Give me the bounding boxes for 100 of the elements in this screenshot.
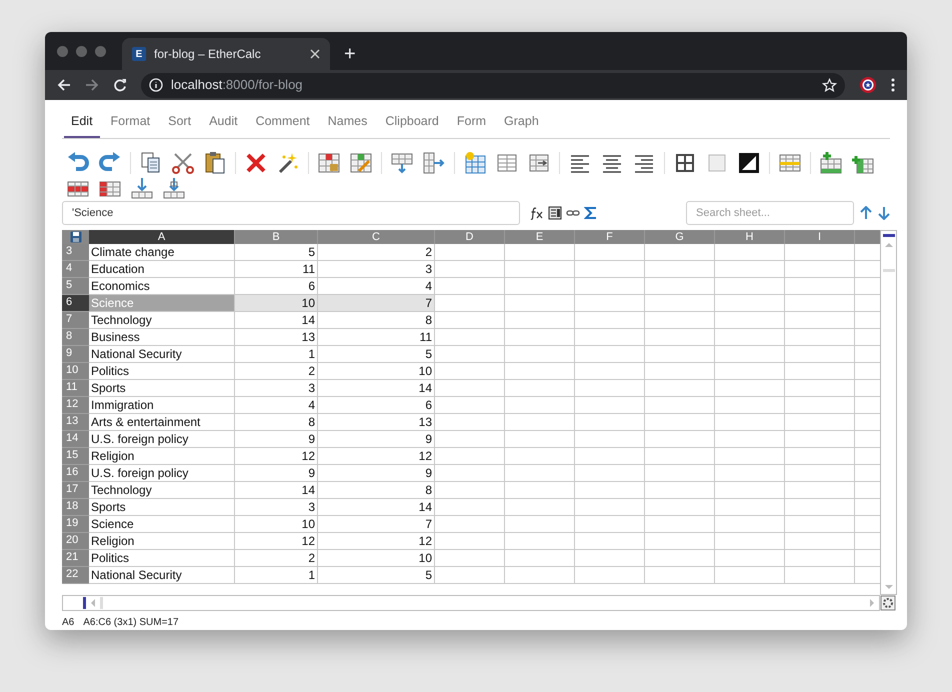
- table-cell: 9: [318, 431, 435, 448]
- row-header[interactable]: 21: [62, 550, 89, 567]
- close-icon[interactable]: [310, 49, 320, 59]
- scissors-icon[interactable]: [171, 151, 195, 175]
- extension-icon[interactable]: [859, 76, 877, 94]
- row-header[interactable]: 8: [62, 329, 89, 346]
- table-cell: Climate change: [89, 244, 235, 261]
- arrow-up-icon[interactable]: [860, 206, 872, 220]
- table-cell: 11: [235, 261, 318, 278]
- row-header[interactable]: 18: [62, 499, 89, 516]
- column-header[interactable]: I: [785, 230, 855, 244]
- edit-grid-icon[interactable]: [349, 151, 373, 175]
- table-cell: 4: [235, 397, 318, 414]
- table-cell: Technology: [89, 482, 235, 499]
- column-header[interactable]: H: [715, 230, 785, 244]
- row-header[interactable]: 4: [62, 261, 89, 278]
- table-cell: 8: [318, 482, 435, 499]
- scroll-thumb[interactable]: [882, 234, 894, 237]
- menu-tab[interactable]: Clipboard: [378, 106, 446, 138]
- close-window-icon[interactable]: [57, 46, 68, 56]
- table-cell: 5: [235, 244, 318, 261]
- sparkle-grid-icon[interactable]: [463, 151, 487, 175]
- menu-tab[interactable]: Edit: [64, 106, 100, 138]
- function-icon[interactable]: [530, 206, 544, 220]
- row-header[interactable]: 20: [62, 533, 89, 550]
- clipboard-icon[interactable]: [203, 151, 227, 175]
- minimize-window-icon[interactable]: [76, 46, 87, 56]
- row-header[interactable]: 5: [62, 278, 89, 295]
- table-cell: 8: [235, 414, 318, 431]
- add-row-icon[interactable]: [819, 151, 843, 175]
- row-header[interactable]: 17: [62, 482, 89, 499]
- column-header[interactable]: F: [575, 230, 645, 244]
- menu-tab[interactable]: Graph: [497, 106, 546, 138]
- arrow-down-icon[interactable]: [878, 206, 890, 220]
- row-header[interactable]: 10: [62, 363, 89, 380]
- table-cell: 14: [318, 380, 435, 397]
- column-header[interactable]: E: [505, 230, 575, 244]
- table-cell: Sports: [89, 499, 235, 516]
- row-header[interactable]: 3: [62, 244, 89, 261]
- row-header[interactable]: 22: [62, 567, 89, 584]
- column-header[interactable]: A: [89, 230, 235, 244]
- search-field[interactable]: Search sheet...: [686, 201, 854, 225]
- locked-grid-icon[interactable]: [317, 151, 341, 175]
- maximize-window-icon[interactable]: [95, 46, 106, 56]
- column-header[interactable]: B: [235, 230, 318, 244]
- row-header[interactable]: 11: [62, 380, 89, 397]
- scroll-track-handle[interactable]: [100, 597, 103, 609]
- column-header[interactable]: G: [645, 230, 715, 244]
- row-header[interactable]: 9: [62, 346, 89, 363]
- vertical-scrollbar[interactable]: [880, 230, 897, 595]
- row-header[interactable]: 13: [62, 414, 89, 431]
- row-header[interactable]: 6: [62, 295, 89, 312]
- table-cell: 3: [235, 380, 318, 397]
- magic-wand-icon[interactable]: [276, 151, 300, 175]
- url-field[interactable]: localhost:8000/for-blog: [141, 72, 845, 98]
- row-header[interactable]: 14: [62, 431, 89, 448]
- row-header[interactable]: 12: [62, 397, 89, 414]
- reload-icon[interactable]: [113, 78, 127, 92]
- formula-field[interactable]: 'Science: [62, 201, 520, 225]
- menu-tab[interactable]: Names: [320, 106, 374, 138]
- table-cell: 14: [318, 499, 435, 516]
- insert-shift-icon[interactable]: [162, 176, 186, 200]
- menu-icon[interactable]: [891, 78, 895, 92]
- info-icon[interactable]: [149, 78, 163, 92]
- contrast-icon[interactable]: [737, 151, 761, 175]
- menu-tab[interactable]: Format: [104, 106, 158, 138]
- table-cell: Politics: [89, 363, 235, 380]
- insert-down-icon[interactable]: [130, 176, 154, 200]
- borders-icon[interactable]: [673, 151, 697, 175]
- column-header[interactable]: C: [318, 230, 435, 244]
- delete-icon[interactable]: [244, 151, 268, 175]
- table-cell: Immigration: [89, 397, 235, 414]
- scroll-track-handle[interactable]: [882, 269, 894, 272]
- row-header[interactable]: 7: [62, 312, 89, 329]
- insert-row-icon[interactable]: [390, 151, 414, 175]
- table-cell: Economics: [89, 278, 235, 295]
- star-icon[interactable]: [822, 78, 837, 92]
- scroll-thumb[interactable]: [83, 597, 86, 609]
- grid-resize-icon[interactable]: [880, 595, 896, 611]
- column-header[interactable]: D: [435, 230, 505, 244]
- save-icon[interactable]: [70, 231, 82, 243]
- row-header[interactable]: 15: [62, 448, 89, 465]
- table-cell: 12: [318, 533, 435, 550]
- browser-tab[interactable]: E for-blog – EtherCalc: [122, 38, 330, 70]
- table-cell: 10: [318, 550, 435, 567]
- row-header[interactable]: 19: [62, 516, 89, 533]
- forward-arrow-icon[interactable]: [85, 78, 99, 92]
- list-icon[interactable]: [548, 206, 562, 220]
- menu-tab[interactable]: Sort: [161, 106, 198, 138]
- back-arrow-icon[interactable]: [57, 78, 71, 92]
- row-header[interactable]: 16: [62, 465, 89, 482]
- menu-tab[interactable]: Comment: [248, 106, 317, 138]
- table-cell: 2: [235, 550, 318, 567]
- insert-column-icon[interactable]: [422, 151, 446, 175]
- menu-tab[interactable]: Form: [450, 106, 494, 138]
- new-tab-button[interactable]: +: [330, 38, 370, 70]
- sum-icon[interactable]: [584, 206, 598, 220]
- table-cell: 13: [318, 414, 435, 431]
- menu-tab[interactable]: Audit: [202, 106, 245, 138]
- horizontal-scrollbar[interactable]: [62, 595, 880, 611]
